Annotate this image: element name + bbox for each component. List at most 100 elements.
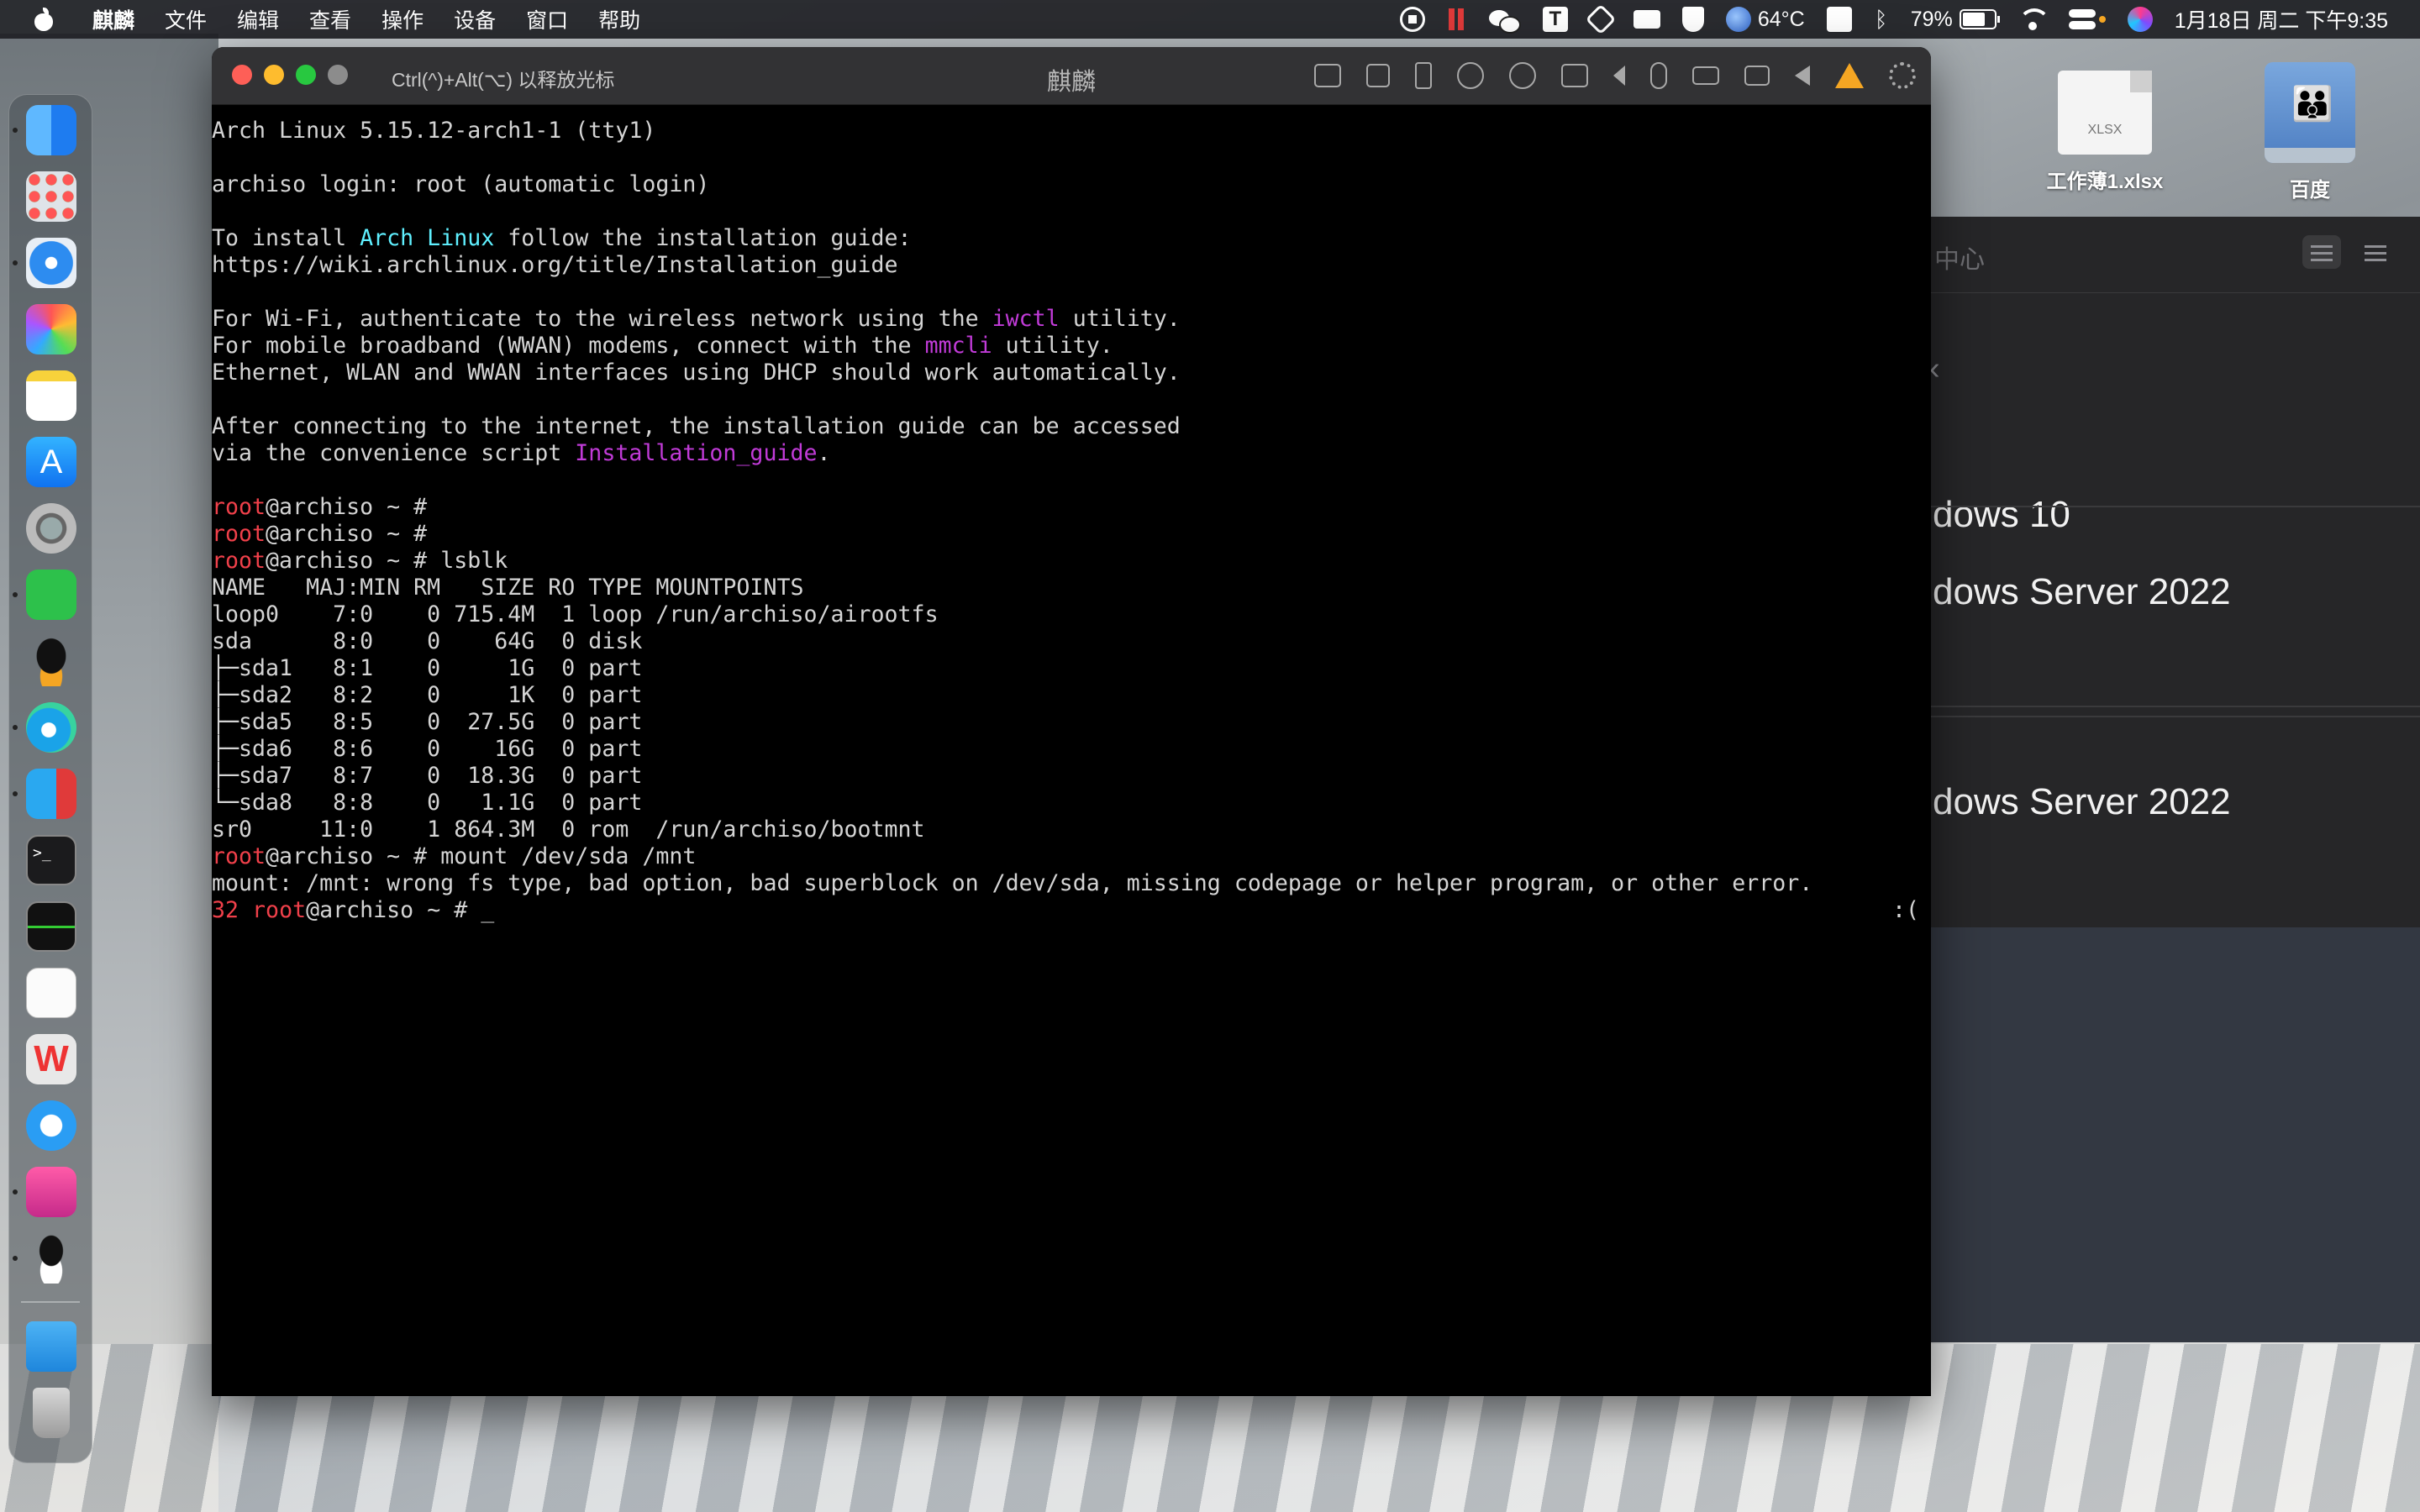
vm-name: dows Server 2022	[1933, 781, 2231, 822]
shield-icon[interactable]	[1671, 7, 1715, 32]
siri-icon[interactable]	[2117, 7, 2164, 32]
wps-icon[interactable]: W	[26, 1034, 76, 1084]
battery-icon	[1959, 9, 2000, 29]
vm-titlebar[interactable]: Ctrl(^)+Alt(⌥) 以释放光标 麒麟	[212, 47, 1931, 105]
hexagon-icon[interactable]	[1579, 3, 1623, 35]
pinyin-icon[interactable]	[1816, 7, 1863, 32]
microphone-icon[interactable]	[1650, 62, 1667, 89]
cleanmymac-icon[interactable]	[26, 1167, 76, 1217]
speaker-icon[interactable]	[1613, 66, 1625, 86]
lsblk-header: NAME MAJ:MIN RM SIZE RO TYPE MOUNTPOINTS	[212, 575, 804, 601]
menu-file[interactable]: 文件	[150, 4, 222, 34]
menu-devices[interactable]: 设备	[439, 4, 511, 34]
text-icon[interactable]: T	[1532, 7, 1579, 32]
console-screen[interactable]: Arch Linux 5.15.12-arch1-1 (tty1) archis…	[212, 118, 1931, 1386]
menu-view[interactable]: 查看	[294, 4, 366, 34]
control-center-title: 中心	[1934, 246, 1985, 274]
photos-icon[interactable]	[26, 304, 76, 354]
prompt-line: 32 root@archiso ~ # _	[212, 897, 495, 923]
back-icon[interactable]	[1795, 66, 1810, 86]
edge-icon[interactable]	[26, 702, 76, 753]
screen-record-icon[interactable]	[1389, 7, 1436, 32]
safari-icon[interactable]	[26, 238, 76, 288]
prompt-line: root@archiso ~ #	[212, 494, 428, 520]
network-drive-icon: 👪	[2265, 62, 2355, 163]
printer-icon[interactable]	[1561, 64, 1588, 87]
apple-menu-icon[interactable]	[32, 8, 55, 31]
terminal-icon[interactable]: >_	[26, 835, 76, 885]
file-label: 工作薄1.xlsx	[2046, 171, 2164, 193]
app-store-icon[interactable]: A	[26, 437, 76, 487]
prompt-line: root@archiso ~ # lsblk	[212, 548, 508, 574]
list-view-button[interactable]	[2356, 235, 2395, 269]
grid-view-button[interactable]	[2302, 235, 2341, 269]
console-line: To install Arch Linux follow the install…	[212, 225, 912, 251]
prompt-line: root@archiso ~ # mount /dev/sda /mnt	[212, 843, 697, 869]
console-line: Ethernet, WLAN and WWAN interfaces using…	[212, 360, 1181, 386]
camera-icon[interactable]	[1744, 66, 1770, 86]
xlsx-ext-label: XLSX	[2087, 123, 2123, 137]
vm-list-item-selected[interactable]	[1929, 927, 2420, 1342]
cpu-icon[interactable]	[1366, 64, 1390, 87]
vm-list-item[interactable]: dows Server 2022	[1929, 716, 2420, 929]
temperature-status[interactable]: 64°C	[1715, 7, 1816, 32]
menu-action[interactable]: 操作	[366, 4, 439, 34]
console-line: via the convenience script Installation_…	[212, 440, 831, 466]
battery-status[interactable]: 79%	[1900, 8, 2007, 32]
lsblk-row: ├─sda6 8:6 0 16G 0 part	[212, 736, 643, 762]
lsblk-row: loop0 7:0 0 715.4M 1 loop /run/archiso/a…	[212, 601, 939, 627]
menu-bar: 麒麟 文件 编辑 查看 操作 设备 窗口 帮助 T 64°C ᛒ 79% 1月1…	[0, 0, 2420, 39]
desktop-file-xlsx[interactable]: XLSX 工作薄1.xlsx	[2033, 71, 2176, 194]
activity-monitor-icon[interactable]	[26, 901, 76, 952]
error-line: mount: /mnt: wrong fs type, bad option, …	[212, 870, 1813, 896]
keyboard-icon[interactable]	[1314, 64, 1341, 87]
vm-name: dows Server 2022	[1933, 571, 2231, 612]
bluetooth-icon[interactable]: ᛒ	[1863, 7, 1900, 32]
sad-face-indicator: :(	[1891, 897, 1919, 923]
menu-window[interactable]: 窗口	[511, 4, 583, 34]
textedit-icon[interactable]	[26, 968, 76, 1018]
network-icon[interactable]	[1509, 62, 1536, 89]
linux-vm-icon[interactable]	[26, 1233, 76, 1284]
battery-percent: 79%	[1910, 7, 1953, 31]
warning-icon[interactable]	[1835, 63, 1864, 88]
console-line: For Wi-Fi, authenticate to the wireless …	[212, 306, 1181, 332]
drive-icon[interactable]	[1692, 66, 1719, 85]
vm-control-center: 中心 ‹ dows 10 dows Server 2022 dows Serve…	[1929, 217, 2420, 1342]
lsblk-row: ├─sda2 8:2 0 1K 0 part	[212, 682, 643, 708]
launchpad-icon[interactable]	[26, 171, 76, 222]
system-preferences-icon[interactable]	[26, 503, 76, 554]
notes-icon[interactable]	[26, 370, 76, 421]
console-line: After connecting to the internet, the in…	[212, 413, 1181, 439]
wifi-icon[interactable]	[2007, 8, 2058, 30]
qq-icon[interactable]	[26, 636, 76, 686]
pause-icon[interactable]	[1436, 7, 1476, 32]
lsblk-row: ├─sda5 8:5 0 27.5G 0 part	[212, 709, 643, 735]
vm-list-item[interactable]: dows Server 2022	[1929, 506, 2420, 717]
finder-icon[interactable]	[26, 105, 76, 155]
monitor-icon[interactable]	[1623, 10, 1671, 29]
temperature-icon	[1725, 7, 1751, 32]
prompt-line: root@archiso ~ #	[212, 521, 428, 547]
lsblk-row: sda 8:0 0 64G 0 disk	[212, 628, 643, 654]
wechat-icon[interactable]	[1476, 7, 1532, 34]
downloads-folder-icon[interactable]	[26, 1321, 76, 1372]
menu-app-name[interactable]: 麒麟	[77, 4, 150, 34]
menubar-clock[interactable]: 1月18日 周二 下午9:35	[2164, 4, 2420, 34]
control-center-icon[interactable]	[2058, 9, 2117, 29]
console-line: https://wiki.archlinux.org/title/Install…	[212, 252, 898, 278]
menu-edit[interactable]: 编辑	[222, 4, 294, 34]
menu-help[interactable]: 帮助	[583, 4, 655, 34]
parallels-icon[interactable]	[26, 769, 76, 819]
wechat-dock-icon[interactable]	[26, 570, 76, 620]
settings-icon[interactable]	[1889, 62, 1916, 89]
desktop-drive-baidu[interactable]: 👪 百度	[2238, 62, 2381, 202]
feishu-icon[interactable]	[26, 1100, 76, 1151]
vm-device-toolbar	[1289, 59, 1916, 92]
usb-icon[interactable]	[1415, 62, 1432, 89]
disc-icon[interactable]	[1457, 62, 1484, 89]
trash-icon[interactable]	[33, 1388, 70, 1438]
lsblk-row: └─sda8 8:8 0 1.1G 0 part	[212, 790, 643, 816]
temperature-value: 64°C	[1757, 7, 1805, 31]
drive-label: 百度	[2290, 179, 2330, 202]
